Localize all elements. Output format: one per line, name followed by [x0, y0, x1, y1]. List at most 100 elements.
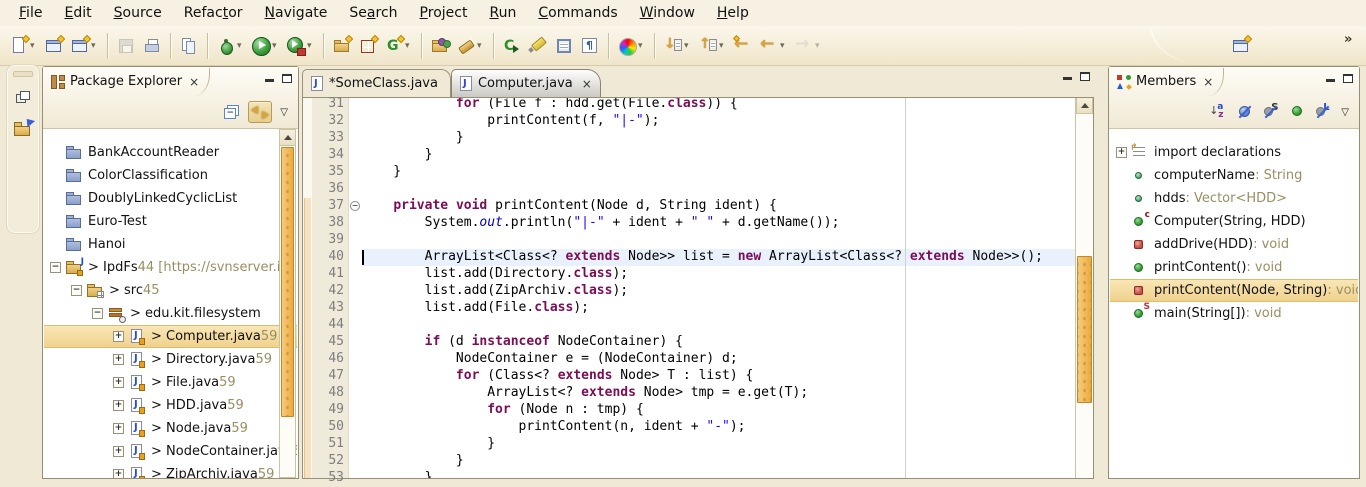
menu-search[interactable]: Search	[338, 1, 408, 25]
minimize-button[interactable]	[1326, 71, 1335, 82]
code-line-36[interactable]	[362, 181, 1075, 198]
line-number[interactable]: 40	[312, 249, 348, 266]
line-number[interactable]: 34	[312, 147, 348, 164]
code-line-51[interactable]: }	[362, 436, 1075, 453]
code-line-38[interactable]: System.out.println("|-" + ident + " " + …	[362, 215, 1075, 232]
hide-fields-button[interactable]	[1235, 103, 1255, 121]
dropdown-arrow-icon[interactable]: ▾	[30, 41, 38, 51]
dropdown-arrow-icon[interactable]: ▾	[815, 41, 823, 51]
tree-item-edu.kit.filesystem[interactable]: −> edu.kit.filesystem	[44, 302, 297, 325]
code-line-41[interactable]: list.add(Directory.class);	[362, 266, 1075, 283]
link-with-editor-button[interactable]	[248, 101, 272, 123]
tree-item-ipdfs[interactable]: −J> IpdFs 44 [https://svnserver.i	[44, 256, 297, 279]
code-line-42[interactable]: list.add(ZipArchiv.class);	[362, 283, 1075, 300]
sort-button[interactable]: ↓az	[1209, 103, 1229, 121]
dropdown-arrow-icon[interactable]: ▾	[405, 41, 413, 51]
code-line-35[interactable]: }	[362, 164, 1075, 181]
member-item-import-declarations[interactable]: +↱import declarations	[1110, 141, 1358, 164]
expander-collapse-icon[interactable]: −	[50, 262, 61, 273]
scrollbar-thumb[interactable]	[281, 147, 294, 417]
expander-expand-icon[interactable]: +	[113, 446, 124, 457]
menu-run[interactable]: Run	[479, 1, 528, 25]
line-number[interactable]: 38	[312, 215, 348, 232]
expander-expand-icon[interactable]: +	[113, 400, 124, 411]
last-edit-location-button[interactable]: ←	[731, 31, 755, 61]
color-wheel-button[interactable]: ▾	[615, 31, 648, 61]
line-number[interactable]: 41	[312, 266, 348, 283]
annotation-ruler[interactable]	[303, 98, 312, 478]
menu-source[interactable]: Source	[103, 1, 173, 25]
editor-scrollbar[interactable]	[1075, 98, 1093, 478]
dropdown-arrow-icon[interactable]: ▾	[307, 41, 315, 51]
line-number[interactable]: 52	[312, 453, 348, 470]
member-item-printcontent[interactable]: +printContent() : void	[1110, 256, 1358, 279]
code-line-44[interactable]	[362, 317, 1075, 334]
dropdown-arrow-icon[interactable]: ▾	[719, 41, 727, 51]
expander-collapse-icon[interactable]: −	[92, 308, 103, 319]
run-external-button[interactable]: ▾	[284, 31, 317, 61]
tree-item-node.java[interactable]: +J> Node.java 59	[44, 417, 297, 440]
line-number[interactable]: 32	[312, 113, 348, 130]
next-annotation-button[interactable]: ↓▾	[661, 31, 694, 61]
code-line-46[interactable]: NodeContainer e = (NodeContainer) d;	[362, 351, 1075, 368]
close-icon[interactable]: ×	[1203, 75, 1213, 89]
hide-static-button[interactable]: S	[1261, 103, 1281, 121]
search-button[interactable]: ▾	[454, 31, 487, 61]
tree-item-src[interactable]: −> src 45	[44, 279, 297, 302]
tree-item-nodecontainer.java[interactable]: +J> NodeContainer.java 59	[44, 440, 297, 463]
line-number[interactable]: 47	[312, 368, 348, 385]
member-item-computername[interactable]: +computerName : String	[1110, 164, 1358, 187]
line-number[interactable]: 43	[312, 300, 348, 317]
code-line-48[interactable]: ArrayList<? extends Node> tmp = e.get(T)…	[362, 385, 1075, 402]
folding-ruler[interactable]: −	[349, 98, 362, 478]
new-window-button[interactable]	[42, 31, 66, 61]
expander-expand-icon[interactable]: +	[1116, 147, 1127, 158]
close-icon[interactable]: ×	[189, 75, 199, 89]
line-number[interactable]: 33	[312, 130, 348, 147]
dropdown-arrow-icon[interactable]: ▾	[91, 41, 99, 51]
minimize-button[interactable]	[265, 71, 274, 82]
debug-button[interactable]: ▾	[214, 31, 247, 61]
toolbar-overflow-chevron[interactable]: »	[1344, 32, 1350, 47]
expander-expand-icon[interactable]: +	[113, 377, 124, 388]
expander-expand-icon[interactable]: +	[113, 423, 124, 434]
expander-collapse-icon[interactable]: −	[71, 285, 82, 296]
code-line-50[interactable]: printContent(n, ident + "-");	[362, 419, 1075, 436]
show-block-button[interactable]	[552, 31, 576, 61]
line-number[interactable]: 39	[312, 232, 348, 249]
line-number[interactable]: 48	[312, 385, 348, 402]
tree-item-hanoi[interactable]: +Hanoi	[44, 233, 297, 256]
code-area[interactable]: for (File f : hdd.get(File.class)) { pri…	[362, 98, 1075, 478]
tree-item-bankaccountreader[interactable]: +BankAccountReader	[44, 141, 297, 164]
member-item-hdds[interactable]: +hdds : Vector<HDD>	[1110, 187, 1358, 210]
package-explorer-tab[interactable]: Package Explorer ×	[43, 68, 210, 96]
line-number[interactable]: 51	[312, 436, 348, 453]
show-whitespace-button[interactable]: ¶	[578, 31, 602, 61]
tree-item-euro-test[interactable]: +Euro-Test	[44, 210, 297, 233]
minimized-view-button[interactable]	[12, 117, 34, 139]
maximize-button[interactable]	[282, 74, 292, 83]
member-item-computer[interactable]: +cComputer(String, HDD)	[1110, 210, 1358, 233]
code-line-47[interactable]: for (Class<? extends Node> T : list) {	[362, 368, 1075, 385]
code-line-43[interactable]: list.add(File.class);	[362, 300, 1075, 317]
fold-collapse-icon[interactable]: −	[350, 201, 360, 211]
scrollbar-thumb[interactable]	[1077, 256, 1092, 403]
coverage-button[interactable]: C	[500, 31, 524, 61]
member-item-printcontent[interactable]: +printContent(Node, String) : void	[1110, 279, 1358, 302]
line-number[interactable]: 31	[312, 96, 348, 113]
code-line-53[interactable]: }	[362, 470, 1075, 478]
new-wizard-folder-button[interactable]	[330, 31, 354, 61]
menu-file[interactable]: File	[8, 1, 53, 25]
view-menu-button[interactable]: ▽	[1339, 107, 1351, 118]
dropdown-arrow-icon[interactable]: ▾	[477, 41, 485, 51]
code-line-37[interactable]: private void printContent(Node d, String…	[362, 198, 1075, 215]
dropdown-arrow-icon[interactable]: ▾	[780, 41, 788, 51]
menu-project[interactable]: Project	[409, 1, 479, 25]
trim-drag-handle[interactable]	[13, 71, 33, 77]
menu-navigate[interactable]: Navigate	[254, 1, 339, 25]
expander-expand-icon[interactable]: +	[113, 354, 124, 365]
line-number[interactable]: 50	[312, 419, 348, 436]
editor-minimize-button[interactable]	[1063, 69, 1072, 80]
maximize-button[interactable]	[1343, 74, 1353, 83]
code-line-32[interactable]: printContent(f, "|-");	[362, 113, 1075, 130]
